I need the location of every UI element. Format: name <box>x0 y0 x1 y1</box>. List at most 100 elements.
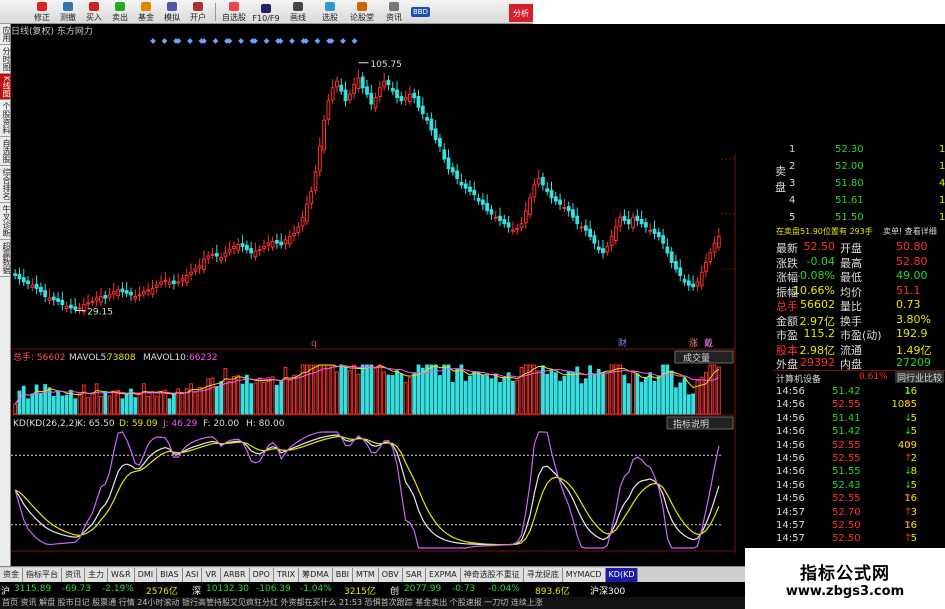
toolbar-button-9[interactable]: 画线 <box>283 1 313 23</box>
candle-body[interactable] <box>56 298 60 302</box>
indicator-tab[interactable]: EXPMA <box>426 567 461 582</box>
toolbar-button-12[interactable]: 资讯 <box>379 1 409 23</box>
order-notice[interactable]: 在卖盘51.90位置有 293手 <box>776 226 873 237</box>
candle-body[interactable] <box>416 96 421 108</box>
candle-body[interactable] <box>51 296 56 301</box>
candle-body[interactable] <box>47 297 52 301</box>
candle-body[interactable] <box>678 267 683 276</box>
indicator-tab[interactable]: VR <box>202 567 221 582</box>
candle-body[interactable] <box>596 246 601 251</box>
candle-body[interactable] <box>146 289 151 292</box>
candle-body[interactable] <box>579 226 584 229</box>
toolbar-button-0[interactable]: 修正 <box>30 1 54 23</box>
candle-body[interactable] <box>77 307 82 310</box>
candle-body[interactable] <box>365 86 369 95</box>
candle-body[interactable] <box>656 231 661 238</box>
indicator-tab[interactable]: 资讯 <box>62 567 85 582</box>
candle-body[interactable] <box>232 245 236 250</box>
candle-body[interactable] <box>360 76 365 89</box>
indicator-tab[interactable]: 筹DMA <box>299 567 333 582</box>
candle-body[interactable] <box>485 202 490 212</box>
candle-body[interactable] <box>480 199 485 205</box>
indicator-tab[interactable]: DMI <box>134 567 158 582</box>
candle-body[interactable] <box>635 215 640 221</box>
candle-body[interactable] <box>588 228 593 238</box>
candle-body[interactable] <box>73 306 78 310</box>
candle-body[interactable] <box>450 167 455 173</box>
event-marker[interactable] <box>161 38 168 44</box>
candle-body[interactable] <box>399 96 404 102</box>
candle-body[interactable] <box>592 235 597 244</box>
candle-body[interactable] <box>476 197 481 202</box>
candle-body[interactable] <box>446 157 451 170</box>
candle-body[interactable] <box>609 236 614 246</box>
candle-body[interactable] <box>69 304 73 309</box>
candle-body[interactable] <box>270 241 275 248</box>
candle-body[interactable] <box>493 216 498 219</box>
candle-body[interactable] <box>107 294 112 298</box>
candle-body[interactable] <box>369 92 374 105</box>
indicator-tab[interactable]: ASI <box>182 567 203 582</box>
sidebar-tab-5[interactable]: 综合排名 <box>0 166 11 204</box>
candle-body[interactable] <box>712 242 717 253</box>
sidebar-tab-7[interactable]: 超赢数据 <box>0 240 11 278</box>
indicator-tab[interactable]: DPO <box>249 567 274 582</box>
candle-body[interactable] <box>382 80 387 88</box>
candle-body[interactable] <box>377 87 382 98</box>
event-marker[interactable] <box>314 38 321 44</box>
indicator-tab[interactable]: BIAS <box>157 567 183 582</box>
candle-body[interactable] <box>545 188 550 192</box>
candle-body[interactable] <box>541 176 545 186</box>
candle-body[interactable] <box>38 286 43 293</box>
candle-body[interactable] <box>90 300 95 303</box>
candle-body[interactable] <box>111 291 116 295</box>
ask-row[interactable]: 4 51.61 1 <box>789 195 945 209</box>
candle-body[interactable] <box>60 299 65 306</box>
candle-body[interactable] <box>618 216 623 227</box>
candle-body[interactable] <box>352 84 357 94</box>
candle-body[interactable] <box>403 97 408 101</box>
candle-body[interactable] <box>266 242 271 246</box>
candle-body[interactable] <box>523 210 528 224</box>
candle-body[interactable] <box>652 228 657 234</box>
event-marker[interactable] <box>212 38 219 44</box>
candle-body[interactable] <box>390 87 395 92</box>
candle-body[interactable] <box>21 277 26 283</box>
candle-body[interactable] <box>463 183 468 189</box>
candle-body[interactable] <box>163 279 168 282</box>
finance-marker[interactable]: 财 <box>618 337 627 349</box>
candle-body[interactable] <box>227 249 232 253</box>
candle-body[interactable] <box>172 280 176 285</box>
candle-body[interactable] <box>309 190 314 204</box>
candle-body[interactable] <box>429 118 434 131</box>
candle-body[interactable] <box>279 241 284 246</box>
indicator-tab[interactable]: MYMACD <box>562 567 606 582</box>
candle-body[interactable] <box>395 89 399 99</box>
toolbar-button-4[interactable]: 基金 <box>134 1 158 23</box>
candle-body[interactable] <box>120 288 125 293</box>
candle-body[interactable] <box>189 271 193 275</box>
candle-body[interactable] <box>197 265 202 269</box>
peer-compare-tab[interactable]: 同行业比较 <box>895 371 945 384</box>
indicator-tab[interactable]: MTM <box>353 567 379 582</box>
indicator-tab[interactable]: ARBR <box>220 567 250 582</box>
candle-body[interactable] <box>420 105 425 115</box>
candle-body[interactable] <box>622 215 627 221</box>
candle-body[interactable] <box>506 222 511 228</box>
event-marker[interactable] <box>289 38 295 44</box>
indicator-tab[interactable]: 神奇选股不重征 <box>460 567 524 582</box>
candle-body[interactable] <box>240 243 245 247</box>
candle-body[interactable] <box>305 203 309 222</box>
sector-bar[interactable]: 计算机设备 0.61% 同行业比较 <box>773 370 945 385</box>
candle-body[interactable] <box>583 225 588 231</box>
candle-body[interactable] <box>13 273 18 276</box>
candle-body[interactable] <box>330 87 335 101</box>
candle-body[interactable] <box>691 283 696 288</box>
ask-row[interactable]: 3 51.80 4 <box>789 178 945 192</box>
candle-body[interactable] <box>159 281 163 285</box>
candle-body[interactable] <box>468 186 472 192</box>
candle-body[interactable] <box>644 222 648 228</box>
candle-body[interactable] <box>103 295 108 299</box>
candle-body[interactable] <box>356 77 361 89</box>
news-ticker[interactable]: 首页 资讯 解盘 股市日记 股票通 行情 24小时滚动 银行高管持股又见疯狂分红… <box>0 597 745 609</box>
